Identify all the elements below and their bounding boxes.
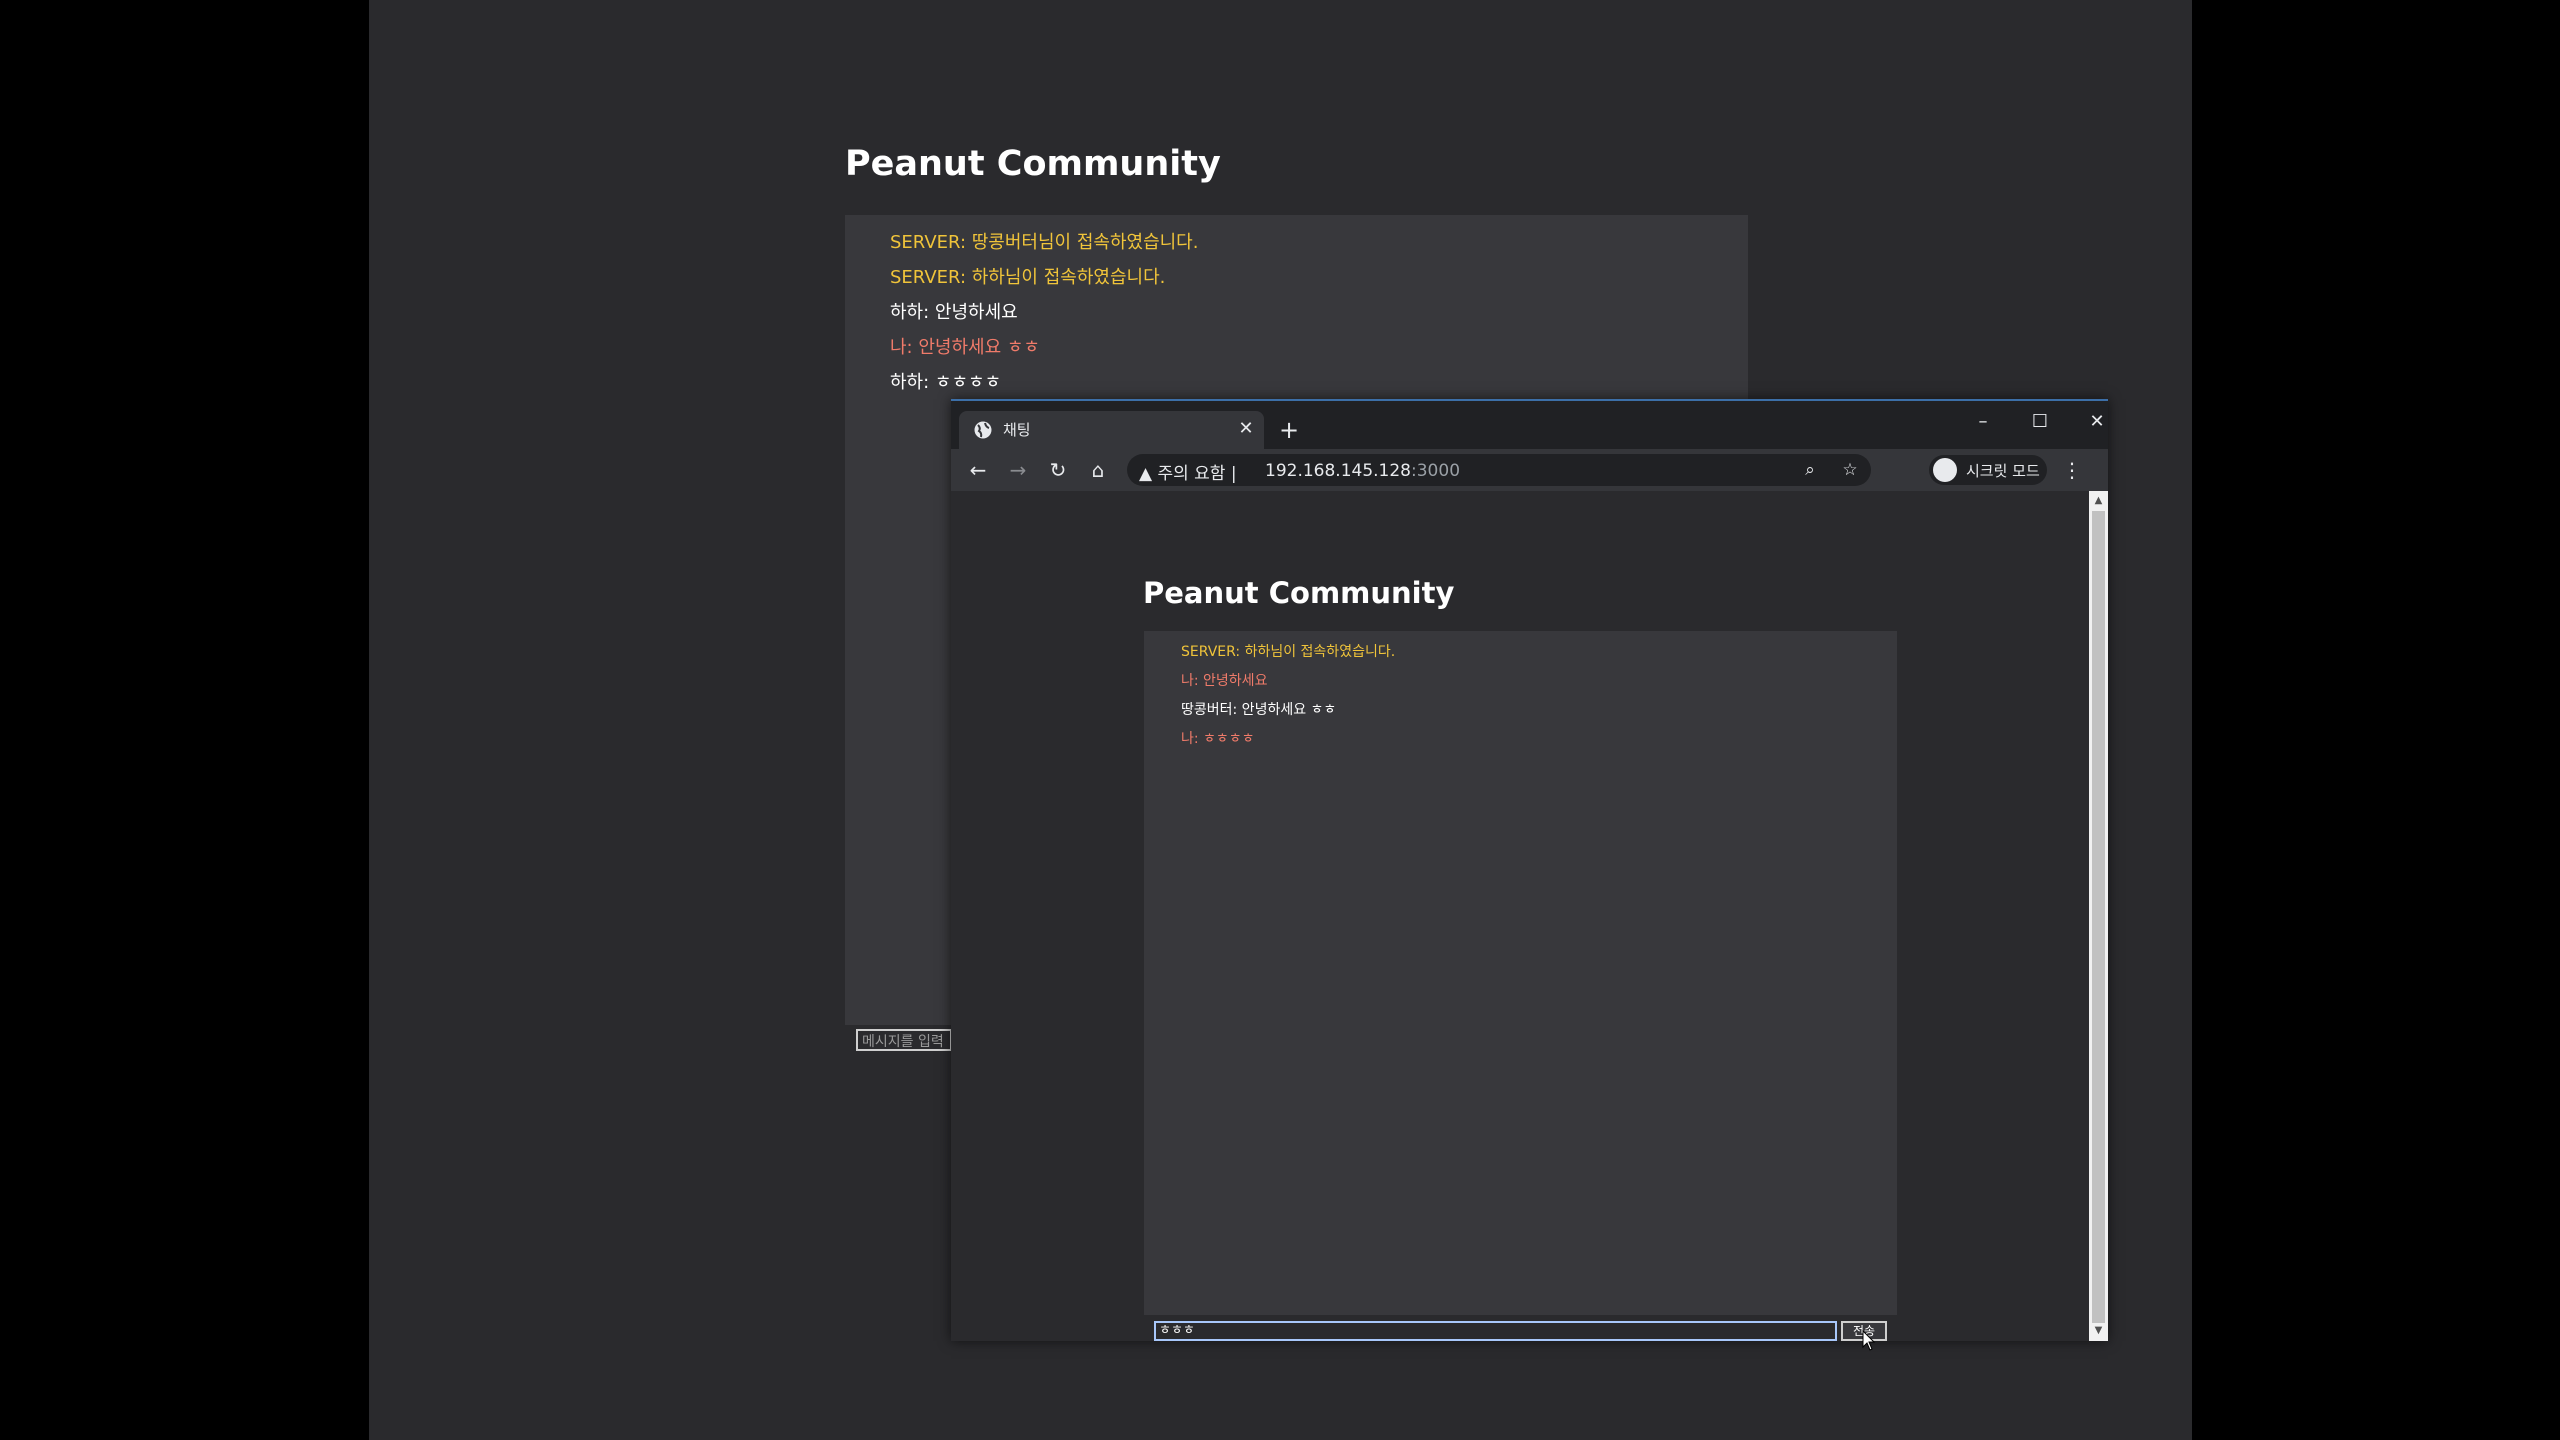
tab-chat[interactable]: 채팅 ✕ xyxy=(959,411,1264,449)
background-message-list: SERVER: 땅콩버터님이 접속하였습니다. SERVER: 하하님이 접속하… xyxy=(890,225,1198,400)
page-scrollbar[interactable]: ▲ ▼ xyxy=(2089,491,2108,1341)
incognito-label: 시크릿 모드 xyxy=(1966,462,2040,480)
maximize-icon[interactable]: ☐ xyxy=(2020,407,2060,437)
url-port: :3000 xyxy=(1411,461,1461,481)
scroll-down-icon[interactable]: ▼ xyxy=(2089,1323,2108,1339)
security-warning[interactable]: ▲ 주의 요함 | xyxy=(1139,459,1237,484)
message-item: 나: 안녕하세요 ㅎㅎ xyxy=(890,337,1040,358)
background-page-title: Peanut Community xyxy=(845,144,1221,184)
reload-icon[interactable]: ↻ xyxy=(1043,455,1073,485)
page-viewport: Peanut Community SERVER: 하하님이 접속하였습니다. 나… xyxy=(951,491,2089,1341)
globe-icon xyxy=(974,421,992,439)
scroll-thumb[interactable] xyxy=(2092,511,2105,1323)
bookmark-star-icon[interactable]: ☆ xyxy=(1837,457,1863,483)
message-item: 나: ㅎㅎㅎㅎ xyxy=(1181,731,1255,747)
home-icon[interactable]: ⌂ xyxy=(1083,455,1113,485)
message-item: 나: 안녕하세요 xyxy=(1181,673,1268,689)
browser-window: 채팅 ✕ + – ☐ ✕ ← → ↻ ⌂ ▲ 주의 요함 | 192.168.1… xyxy=(951,399,2108,1341)
message-item: SERVER: 하하님이 접속하였습니다. xyxy=(1181,644,1396,660)
incognito-indicator[interactable]: 시크릿 모드 xyxy=(1929,455,2047,485)
scroll-up-icon[interactable]: ▲ xyxy=(2089,493,2108,509)
background-message-input[interactable]: 메시지를 입력 xyxy=(856,1029,952,1051)
tab-title: 채팅 xyxy=(1003,421,1031,439)
close-window-icon[interactable]: ✕ xyxy=(2077,407,2117,437)
zoom-icon[interactable]: ⌕ xyxy=(1797,457,1823,483)
new-tab-icon[interactable]: + xyxy=(1276,417,1302,443)
browser-titlebar: 채팅 ✕ + – ☐ ✕ xyxy=(951,401,2108,449)
browser-toolbar: ← → ↻ ⌂ ▲ 주의 요함 | 192.168.145.128:3000 ⌕… xyxy=(951,449,2108,491)
message-item: 땅콩버터: 안녕하세요 ㅎㅎ xyxy=(1181,702,1337,718)
message-item: 하하: ㅎㅎㅎㅎ xyxy=(890,372,1002,393)
address-divider: | xyxy=(1230,464,1237,484)
more-menu-icon[interactable]: ⋮ xyxy=(2060,455,2084,485)
message-item: 하하: 안녕하세요 xyxy=(890,302,1018,323)
minimize-icon[interactable]: – xyxy=(1963,407,2003,437)
message-list: SERVER: 하하님이 접속하였습니다. 나: 안녕하세요 땅콩버터: 안녕하… xyxy=(1181,638,1395,754)
incognito-icon xyxy=(1933,458,1957,482)
url-host: 192.168.145.128 xyxy=(1265,461,1412,481)
url-text: 192.168.145.128:3000 xyxy=(1265,461,1460,481)
address-bar[interactable]: ▲ 주의 요함 | 192.168.145.128:3000 ⌕ ☆ xyxy=(1127,454,1871,486)
forward-icon[interactable]: → xyxy=(1003,455,1033,485)
warning-icon: ▲ xyxy=(1139,464,1153,484)
message-item: SERVER: 땅콩버터님이 접속하였습니다. xyxy=(890,232,1199,253)
page-title: Peanut Community xyxy=(1143,576,1455,610)
message-input[interactable]: ㅎㅎㅎ xyxy=(1154,1321,1837,1341)
back-icon[interactable]: ← xyxy=(963,455,993,485)
security-warning-label: 주의 요함 xyxy=(1157,464,1226,484)
tab-close-icon[interactable]: ✕ xyxy=(1234,417,1258,441)
message-item: SERVER: 하하님이 접속하였습니다. xyxy=(890,267,1166,288)
mouse-cursor-icon xyxy=(1862,1330,1876,1351)
